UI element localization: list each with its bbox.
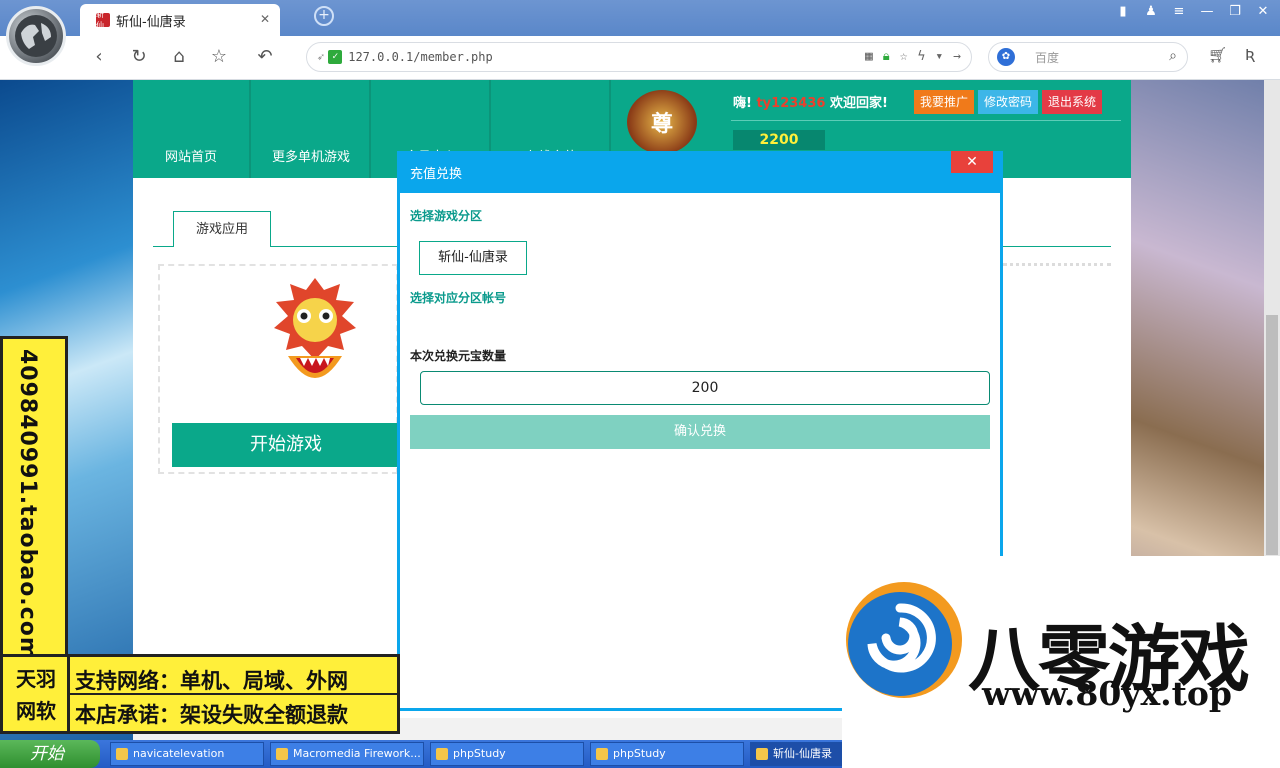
cart-icon[interactable]: 🛒︎ (1208, 46, 1227, 64)
swirl-logo-icon (846, 582, 962, 698)
watermark-logo: 八零游戏 www.80yx.top (842, 556, 1280, 768)
os-taskbar: 开始 navicatelevation Macromedia Firework.… (0, 740, 842, 768)
lightning-icon[interactable]: ϟ (918, 49, 926, 64)
search-icon[interactable]: ⌕ (1169, 48, 1177, 64)
amount-label: 本次兑换元宝数量 (410, 349, 507, 363)
ad-taobao-url: 409840991.taobao.com (15, 349, 40, 661)
start-button[interactable]: 开始 (0, 740, 100, 768)
start-game-button[interactable]: 开始游戏 (172, 423, 400, 467)
address-bar[interactable]: ➶ ✓ 127.0.0.1/member.php ▦ 🔒︎ ☆ ϟ ▾ → (306, 42, 972, 72)
favicon-icon: 斩仙 (96, 10, 110, 30)
window-controls: ▮ ♟ ≡ — ❐ ✕ (1114, 4, 1272, 19)
ad-brand-line1: 天羽 (16, 667, 56, 691)
restore-button[interactable]: ❐ (1226, 4, 1244, 19)
modal-title: 充值兑换 (410, 167, 463, 182)
username: ty123436 (756, 96, 826, 111)
taskbar-item[interactable]: Macromedia Firework... (270, 742, 424, 766)
new-tab-button[interactable]: + (314, 6, 334, 26)
lock-icon[interactable]: 🔒︎ (883, 49, 890, 64)
select-zone-label: 选择游戏分区 (410, 209, 483, 223)
search-box[interactable]: ✿ 百度 ⌕ (988, 42, 1188, 72)
select-account-label: 选择对应分区帐号 (410, 291, 507, 305)
change-password-button[interactable]: 修改密码 (978, 90, 1039, 114)
ad-brand-line2: 网软 (16, 699, 56, 723)
taskbar-item[interactable]: phpStudy (430, 742, 584, 766)
search-placeholder: 百度 (1035, 50, 1060, 65)
go-arrow-icon[interactable]: → (953, 49, 961, 64)
taskbar-item[interactable]: phpStudy (590, 742, 744, 766)
greeting: 嗨! ty123436 欢迎回家! (733, 92, 888, 111)
zone-option[interactable]: 斩仙-仙唐录 (419, 241, 527, 275)
home-icon[interactable]: ⌂ (168, 46, 190, 68)
back-icon[interactable]: ‹ (88, 46, 110, 68)
scrollbar-thumb[interactable] (1266, 315, 1278, 555)
minimize-button[interactable]: — (1198, 4, 1216, 19)
logout-button[interactable]: 退出系统 (1042, 90, 1103, 114)
horizontal-ad-banner: 天羽 网软 支持网络：单机、局域、外网 本店承诺：架设失败全额退款 (0, 654, 400, 734)
nav-more-games[interactable]: 更多单机游戏 (253, 80, 371, 178)
shirt-icon[interactable]: ♟ (1142, 4, 1160, 19)
tab-game-apps[interactable]: 游戏应用 (173, 211, 271, 247)
game-card: 开始游戏 (158, 264, 400, 474)
lion-mascot-icon (274, 278, 356, 378)
browser-tab[interactable]: 斩仙 斩仙-仙唐录 ✕ (80, 4, 280, 36)
vertical-ad-banner: 409840991.taobao.com (0, 336, 68, 661)
pin-icon[interactable]: ▮ (1114, 4, 1132, 19)
taskbar-item-active[interactable]: 斩仙-仙唐录 (750, 742, 842, 766)
browser-tab-strip: 斩仙 斩仙-仙唐录 ✕ + ▮ ♟ ≡ — ❐ ✕ (0, 0, 1280, 36)
header-divider (731, 120, 1121, 121)
globe-icon[interactable] (6, 6, 66, 66)
tab-close-icon[interactable]: ✕ (260, 12, 270, 26)
undo-icon[interactable]: ↶ (254, 46, 276, 68)
browser-toolbar: ‹ ↻ ⌂ ☆ ↶ ➶ ✓ 127.0.0.1/member.php ▦ 🔒︎ … (0, 36, 1280, 80)
url-text: 127.0.0.1/member.php (348, 50, 493, 64)
close-window-button[interactable]: ✕ (1254, 4, 1272, 19)
amount-input[interactable]: 200 (420, 371, 990, 405)
qr-icon[interactable]: ▦ (865, 49, 873, 64)
baidu-paw-icon: ✿ (997, 48, 1015, 66)
star-icon[interactable]: ☆ (208, 46, 230, 68)
refresh-icon[interactable]: ↻ (128, 46, 150, 68)
nav-home[interactable]: 网站首页 (133, 80, 251, 178)
dropdown-icon[interactable]: ▾ (935, 49, 943, 64)
modal-header: 充值兑换 ✕ (400, 151, 1003, 193)
taskbar-item[interactable]: navicatelevation (110, 742, 264, 766)
coin-balance: 2200 (733, 130, 825, 150)
promote-button[interactable]: 我要推广 (914, 90, 975, 114)
ad-line-network: 支持网络：单机、局域、外网 (75, 669, 348, 693)
greeting-prefix: 嗨! (733, 96, 752, 111)
menu-icon[interactable]: ≡ (1170, 4, 1188, 19)
confirm-exchange-button[interactable]: 确认兑换 (410, 415, 990, 449)
ad-brand: 天羽 网软 (7, 663, 65, 729)
toolbar-right: 🛒︎ Ʀ (1208, 46, 1255, 64)
ad-separator (67, 657, 70, 734)
bookmark-star-icon[interactable]: ☆ (900, 49, 908, 64)
vip-crest-icon: 尊 (627, 90, 697, 154)
rocket-icon: ➶ (317, 50, 325, 64)
tab-title: 斩仙-仙唐录 (116, 14, 186, 30)
greeting-suffix: 欢迎回家! (829, 96, 888, 111)
dotted-divider (1003, 263, 1111, 266)
secure-check-icon: ✓ (328, 50, 343, 64)
ad-line-promise: 本店承诺：架设失败全额退款 (75, 703, 348, 727)
modal-close-button[interactable]: ✕ (951, 151, 993, 173)
extension-icon[interactable]: Ʀ (1245, 46, 1255, 64)
page-scrollbar[interactable] (1264, 80, 1280, 556)
watermark-url: www.80yx.top (982, 674, 1232, 713)
